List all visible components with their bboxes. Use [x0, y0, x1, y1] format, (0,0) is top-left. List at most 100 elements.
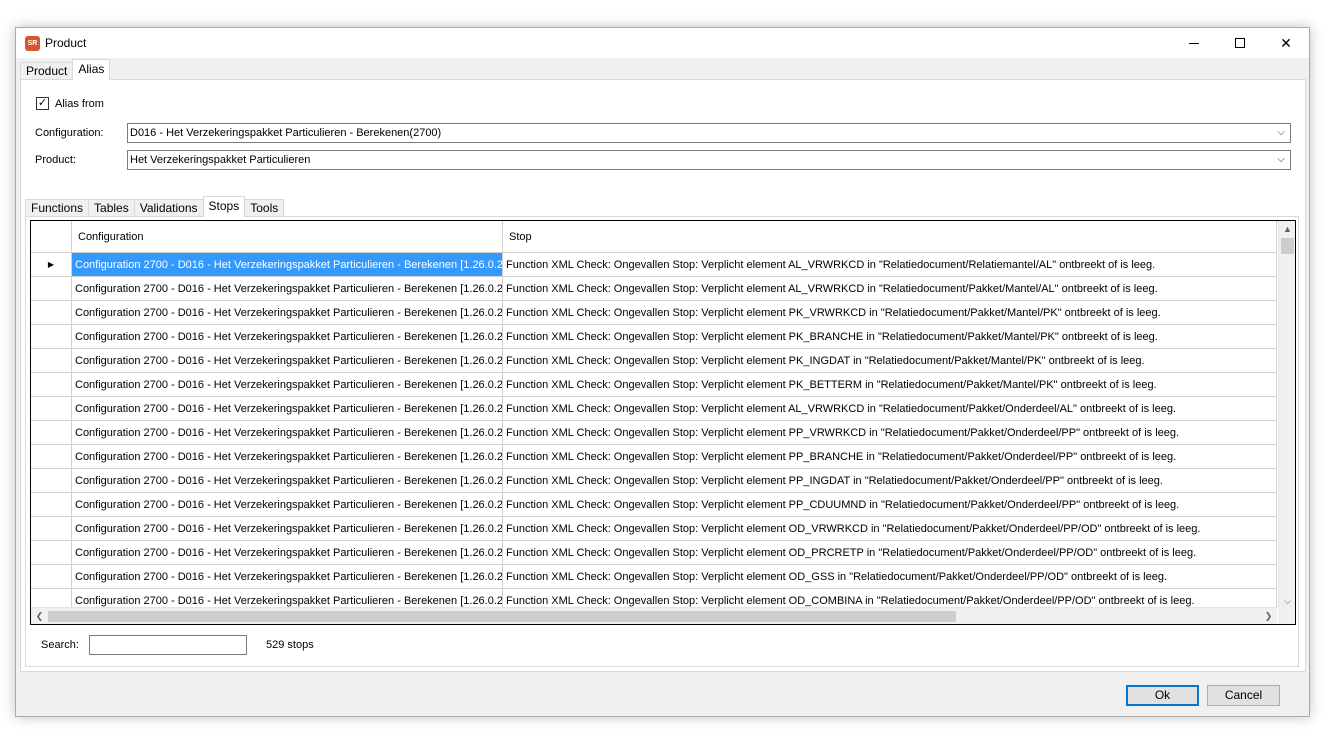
check-icon: ✓ — [37, 97, 48, 109]
vertical-scroll-thumb[interactable] — [1281, 238, 1294, 254]
cell-configuration[interactable]: Configuration 2700 - D016 - Het Verzeker… — [72, 445, 503, 469]
maximize-icon — [1235, 38, 1245, 48]
table-row[interactable]: Configuration 2700 - D016 - Het Verzeker… — [31, 325, 1277, 349]
table-row[interactable]: Configuration 2700 - D016 - Het Verzeker… — [31, 349, 1277, 373]
stops-panel: Configuration Stop ▶ Configuration 2700 -… — [25, 216, 1299, 667]
table-row[interactable]: Configuration 2700 - D016 - Het Verzeker… — [31, 277, 1277, 301]
row-header[interactable] — [31, 397, 72, 421]
cell-configuration[interactable]: Configuration 2700 - D016 - Het Verzeker… — [72, 277, 503, 301]
maximize-button[interactable] — [1217, 28, 1263, 58]
minimize-button[interactable] — [1171, 28, 1217, 58]
tab-tools[interactable]: Tools — [244, 199, 285, 217]
cell-configuration[interactable]: Configuration 2700 - D016 - Het Verzeker… — [72, 541, 503, 565]
alias-from-checkbox[interactable]: ✓ — [36, 97, 49, 110]
scroll-left-icon[interactable]: ❮ — [31, 608, 48, 624]
close-button[interactable]: ✕ — [1263, 28, 1309, 58]
cell-stop[interactable]: Function XML Check: Ongevallen Stop: Ver… — [503, 565, 1277, 589]
table-row[interactable]: Configuration 2700 - D016 - Het Verzeker… — [31, 373, 1277, 397]
table-row[interactable]: Configuration 2700 - D016 - Het Verzeker… — [31, 493, 1277, 517]
search-input[interactable] — [89, 635, 247, 655]
cell-configuration[interactable]: Configuration 2700 - D016 - Het Verzeker… — [72, 421, 503, 445]
table-row[interactable]: Configuration 2700 - D016 - Het Verzeker… — [31, 301, 1277, 325]
cell-stop[interactable]: Function XML Check: Ongevallen Stop: Ver… — [503, 373, 1277, 397]
horizontal-scroll-thumb[interactable] — [48, 611, 956, 622]
table-row[interactable]: Configuration 2700 - D016 - Het Verzeker… — [31, 565, 1277, 589]
cell-configuration[interactable]: Configuration 2700 - D016 - Het Verzeker… — [72, 325, 503, 349]
product-select[interactable]: Het Verzekeringspakket Particulieren ⌵ — [127, 150, 1291, 170]
row-header[interactable] — [31, 349, 72, 373]
close-icon: ✕ — [1280, 34, 1292, 51]
scroll-right-icon[interactable]: ❯ — [1260, 608, 1277, 624]
cell-configuration[interactable]: Configuration 2700 - D016 - Het Verzeker… — [72, 397, 503, 421]
row-header[interactable] — [31, 565, 72, 589]
chevron-down-icon[interactable]: ⌵ — [1275, 124, 1287, 142]
row-header[interactable] — [31, 517, 72, 541]
row-header[interactable] — [31, 325, 72, 349]
cell-stop[interactable]: Function XML Check: Ongevallen Stop: Ver… — [503, 493, 1277, 517]
configuration-label: Configuration: — [35, 127, 104, 139]
tab-validations[interactable]: Validations — [133, 199, 204, 217]
tab-product[interactable]: Product — [20, 62, 74, 80]
configuration-select[interactable]: D016 - Het Verzekeringspakket Particulie… — [127, 123, 1291, 143]
row-header[interactable] — [31, 373, 72, 397]
current-row-icon: ▶ — [47, 260, 55, 269]
tab-tables[interactable]: Tables — [88, 199, 135, 217]
tab-stops[interactable]: Stops — [202, 196, 246, 217]
minimize-icon — [1189, 42, 1199, 44]
row-header[interactable] — [31, 541, 72, 565]
column-header-stop[interactable]: Stop — [503, 221, 1277, 253]
table-row[interactable]: Configuration 2700 - D016 - Het Verzeker… — [31, 421, 1277, 445]
cell-configuration[interactable]: Configuration 2700 - D016 - Het Verzeker… — [72, 565, 503, 589]
table-row[interactable]: ▶ Configuration 2700 - D016 - Het Verzeke… — [31, 253, 1277, 277]
cell-stop[interactable]: Function XML Check: Ongevallen Stop: Ver… — [503, 253, 1277, 277]
row-header[interactable] — [31, 277, 72, 301]
row-header[interactable] — [31, 301, 72, 325]
cell-stop[interactable]: Function XML Check: Ongevallen Stop: Ver… — [503, 301, 1277, 325]
cell-configuration[interactable]: Configuration 2700 - D016 - Het Verzeker… — [72, 493, 503, 517]
table-row[interactable]: Configuration 2700 - D016 - Het Verzeker… — [31, 541, 1277, 565]
cell-stop[interactable]: Function XML Check: Ongevallen Stop: Ver… — [503, 277, 1277, 301]
cell-configuration[interactable]: Configuration 2700 - D016 - Het Verzeker… — [72, 517, 503, 541]
vertical-scrollbar[interactable]: ▲ ⌵ — [1278, 221, 1295, 609]
stops-count: 529 stops — [266, 639, 314, 651]
ok-button[interactable]: Ok — [1126, 685, 1199, 706]
product-label: Product: — [35, 154, 76, 166]
cancel-button[interactable]: Cancel — [1207, 685, 1280, 706]
chevron-down-icon[interactable]: ⌵ — [1275, 151, 1287, 169]
cell-stop[interactable]: Function XML Check: Ongevallen Stop: Ver… — [503, 397, 1277, 421]
table-row[interactable]: Configuration 2700 - D016 - Het Verzeker… — [31, 445, 1277, 469]
column-header-configuration[interactable]: Configuration — [72, 221, 503, 253]
cell-configuration[interactable]: Configuration 2700 - D016 - Het Verzeker… — [72, 253, 503, 277]
table-row[interactable]: Configuration 2700 - D016 - Het Verzeker… — [31, 397, 1277, 421]
cell-stop[interactable]: Function XML Check: Ongevallen Stop: Ver… — [503, 325, 1277, 349]
search-label: Search: — [41, 639, 79, 651]
cell-stop[interactable]: Function XML Check: Ongevallen Stop: Ver… — [503, 445, 1277, 469]
row-header[interactable] — [31, 445, 72, 469]
cell-configuration[interactable]: Configuration 2700 - D016 - Het Verzeker… — [72, 301, 503, 325]
configuration-value: D016 - Het Verzekeringspakket Particulie… — [130, 127, 442, 139]
row-header[interactable] — [31, 421, 72, 445]
cell-stop[interactable]: Function XML Check: Ongevallen Stop: Ver… — [503, 469, 1277, 493]
cell-configuration[interactable]: Configuration 2700 - D016 - Het Verzeker… — [72, 349, 503, 373]
cell-stop[interactable]: Function XML Check: Ongevallen Stop: Ver… — [503, 541, 1277, 565]
tab-alias[interactable]: Alias — [72, 59, 111, 80]
cell-stop[interactable]: Function XML Check: Ongevallen Stop: Ver… — [503, 421, 1277, 445]
cell-stop[interactable]: Function XML Check: Ongevallen Stop: Ver… — [503, 517, 1277, 541]
row-header[interactable]: ▶ — [31, 253, 72, 277]
table-row[interactable]: Configuration 2700 - D016 - Het Verzeker… — [31, 517, 1277, 541]
row-header[interactable] — [31, 469, 72, 493]
row-header[interactable] — [31, 493, 72, 517]
table-row[interactable]: Configuration 2700 - D016 - Het Verzeker… — [31, 469, 1277, 493]
horizontal-scrollbar[interactable]: ❮ ❯ — [31, 607, 1277, 624]
cell-configuration[interactable]: Configuration 2700 - D016 - Het Verzeker… — [72, 373, 503, 397]
stops-grid[interactable]: Configuration Stop ▶ Configuration 2700 -… — [30, 220, 1296, 625]
title-bar[interactable]: SR Product ✕ — [16, 28, 1309, 58]
window-title: Product — [45, 36, 87, 50]
top-tab-strip: Product Alias — [20, 59, 111, 80]
scroll-up-icon[interactable]: ▲ — [1279, 221, 1295, 237]
tab-functions[interactable]: Functions — [25, 199, 90, 217]
grid-header: Configuration Stop — [31, 221, 1277, 253]
cell-configuration[interactable]: Configuration 2700 - D016 - Het Verzeker… — [72, 469, 503, 493]
cell-stop[interactable]: Function XML Check: Ongevallen Stop: Ver… — [503, 349, 1277, 373]
alias-from-label: Alias from — [55, 98, 104, 110]
